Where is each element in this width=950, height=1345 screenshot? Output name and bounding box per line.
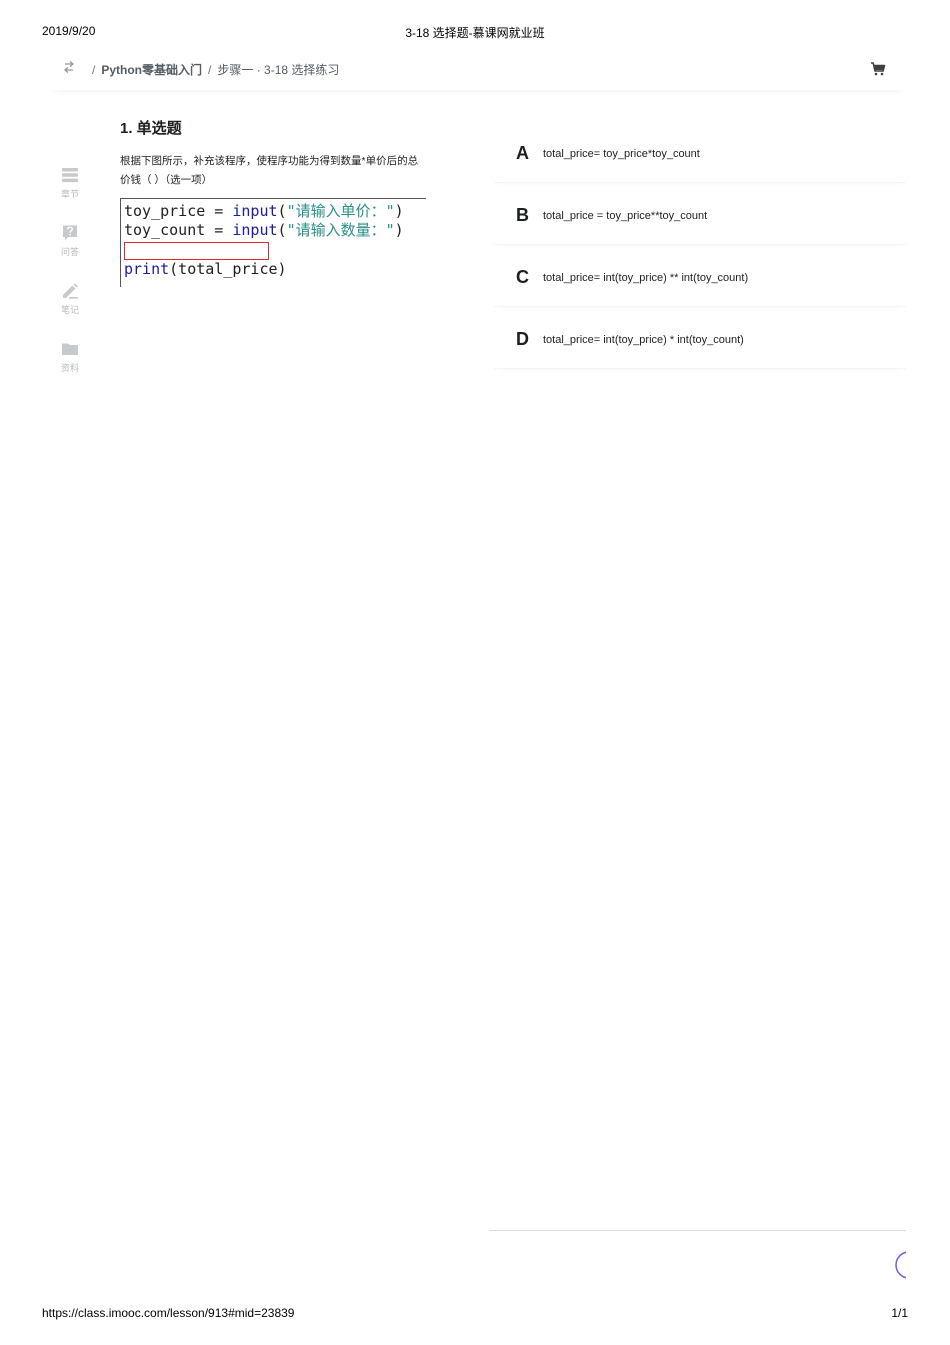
option-letter: C — [516, 267, 529, 287]
print-title: 3-18 选择题-慕课网就业班 — [405, 26, 545, 40]
code-paren: ( — [277, 221, 287, 239]
question-panel: 1. 单选题 根据下图所示，补充该程序，使程序功能为得到数量*单价后的总价钱（ … — [120, 118, 430, 287]
bottom-divider — [489, 1230, 906, 1231]
code-variable: toy_price = — [124, 202, 233, 220]
option-text: total_price = toy_price**toy_count — [543, 210, 708, 222]
swap-icon[interactable] — [62, 60, 76, 74]
option-b[interactable]: B total_price = toy_price**toy_count — [494, 184, 906, 245]
print-page-count: 1/1 — [891, 1306, 908, 1320]
pencil-icon — [63, 283, 78, 299]
question-text: 根据下图所示，补充该程序，使程序功能为得到数量*单价后的总价钱（ ）（选一项） — [120, 155, 419, 186]
code-function: input — [232, 221, 278, 239]
sidebar-item-label: 笔记 — [60, 305, 79, 315]
code-paren: ) — [394, 221, 404, 239]
code-string: "请输入单价：" — [286, 202, 395, 220]
sidebar-item-label: 章节 — [60, 189, 79, 199]
code-line: toy_count = input("请输入数量：") — [124, 221, 404, 239]
breadcrumb-step: 步骤一 · 3-18 选择练习 — [217, 63, 340, 77]
sidebar-item-label: 问答 — [60, 247, 79, 257]
code-line: print(total_price) — [124, 260, 287, 278]
code-blank-highlight — [124, 242, 269, 260]
option-letter: A — [516, 143, 529, 163]
sidebar-item-qa[interactable]: 问答 — [50, 224, 90, 282]
code-function: input — [232, 202, 278, 220]
code-function: print — [124, 260, 170, 278]
sidebar-item-chapters[interactable]: 章节 — [50, 166, 90, 224]
code-paren: ( — [277, 202, 287, 220]
code-paren: ) — [394, 202, 404, 220]
breadcrumb-separator: / — [208, 63, 212, 77]
chapters-icon — [62, 168, 78, 183]
option-text: total_price= int(toy_price) ** int(toy_c… — [543, 272, 749, 284]
breadcrumb: / Python零基础入门 / 步骤一 · 3-18 选择练习 — [86, 61, 339, 78]
option-letter: B — [516, 205, 529, 225]
question-icon — [63, 225, 77, 241]
print-footer: https://class.imooc.com/lesson/913#mid=2… — [42, 1306, 908, 1322]
sidebar-item-notes[interactable]: 笔记 — [50, 282, 90, 340]
cart-icon[interactable] — [870, 61, 886, 77]
breadcrumb-separator: / — [92, 63, 96, 77]
question-title: 1. 单选题 — [120, 120, 182, 137]
code-line: toy_price = input("请输入单价：") — [124, 202, 404, 220]
sidebar: 章节 问答 笔记 资料 — [50, 166, 90, 398]
code-string: "请输入数量：" — [286, 221, 395, 239]
sidebar-item-materials[interactable]: 资料 — [50, 340, 90, 398]
options-list: A total_price= toy_price*toy_count B tot… — [494, 122, 906, 370]
code-figure: toy_price = input("请输入单价：") toy_count = … — [120, 198, 426, 287]
floating-action-button[interactable] — [894, 1250, 906, 1280]
top-bar: / Python零基础入门 / 步骤一 · 3-18 选择练习 — [48, 52, 906, 90]
option-a[interactable]: A total_price= toy_price*toy_count — [494, 122, 906, 183]
option-letter: D — [516, 329, 529, 349]
folder-icon — [62, 343, 78, 355]
option-text: total_price= toy_price*toy_count — [543, 148, 700, 160]
print-url: https://class.imooc.com/lesson/913#mid=2… — [42, 1306, 295, 1320]
option-text: total_price= int(toy_price) * int(toy_co… — [543, 334, 744, 346]
option-c[interactable]: C total_price= int(toy_price) ** int(toy… — [494, 246, 906, 307]
breadcrumb-course-link[interactable]: Python零基础入门 — [101, 63, 202, 77]
sidebar-item-label: 资料 — [60, 363, 79, 373]
print-header: 2019/9/20 3-18 选择题-慕课网就业班 — [42, 24, 908, 40]
code-args: (total_price) — [169, 260, 287, 278]
code-variable: toy_count = — [124, 221, 233, 239]
option-d[interactable]: D total_price= int(toy_price) * int(toy_… — [494, 308, 906, 369]
